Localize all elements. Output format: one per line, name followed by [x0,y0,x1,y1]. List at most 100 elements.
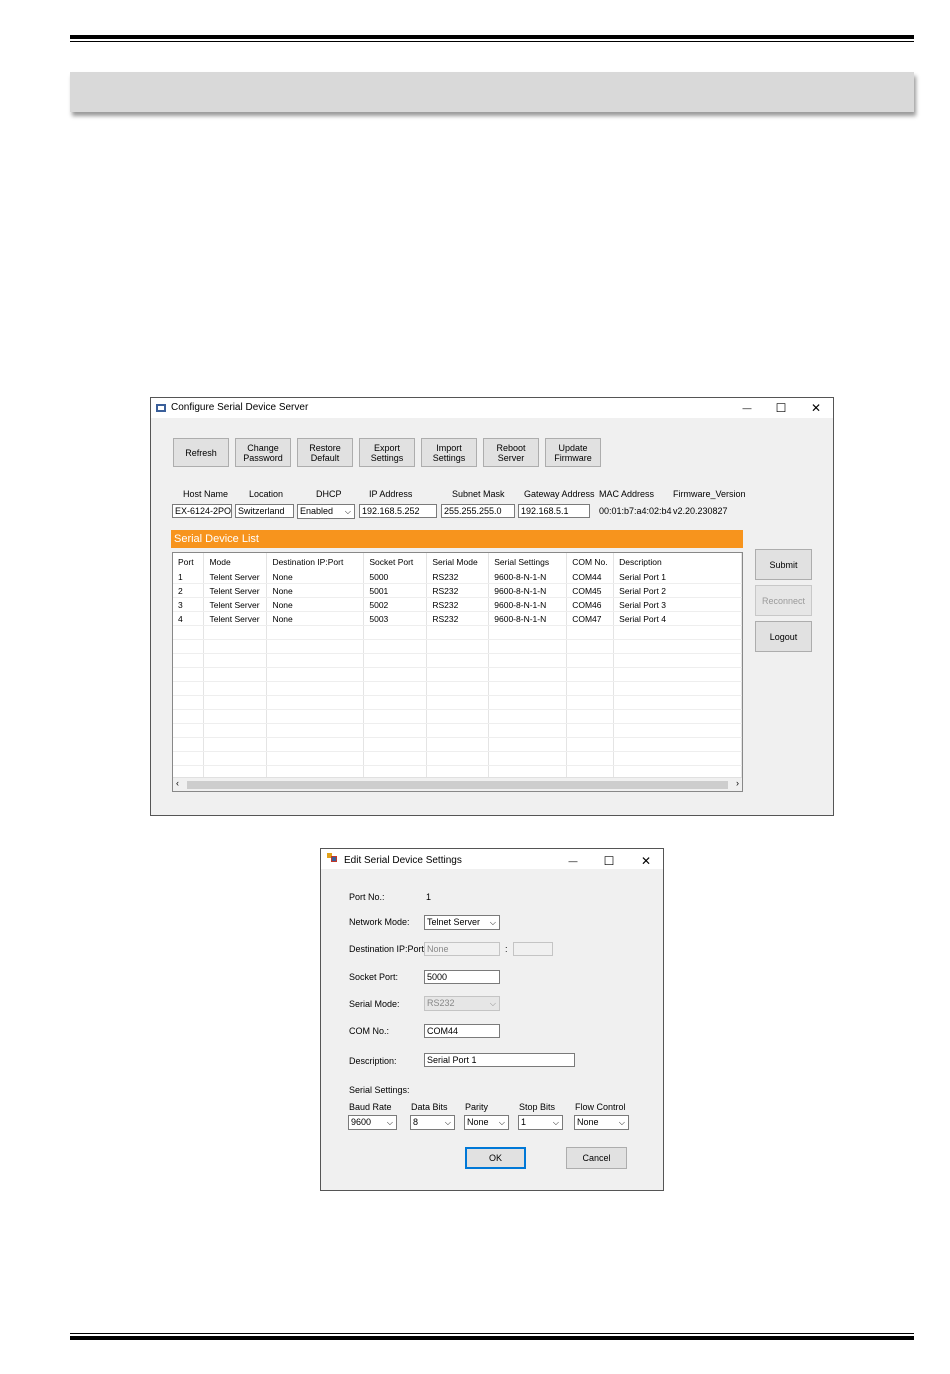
logout-button[interactable]: Logout [755,621,812,652]
maximize-icon[interactable]: ☐ [771,400,791,416]
dhcp-select[interactable]: Enabled ⌵ [297,504,355,519]
chevron-down-icon: ⌵ [489,999,496,1008]
section-banner [70,72,914,112]
table-cell: COM45 [566,583,615,598]
flow-control-label: Flow Control [575,1102,626,1112]
column-header[interactable]: Description [613,553,742,570]
serial-mode-select[interactable]: RS232 ⌵ [424,996,500,1011]
table-cell: RS232 [426,570,490,584]
empty-row [173,751,742,766]
ok-button[interactable]: OK [465,1147,526,1169]
change-password-button[interactable]: Change Password [235,438,291,467]
gateway-label: Gateway Address [524,489,595,499]
port-no-label: Port No.: [349,892,385,902]
table-cell: Serial Port 1 [613,570,742,584]
stop-bits-select[interactable]: 1 ⌵ [518,1115,563,1130]
submit-button[interactable]: Submit [755,549,812,580]
network-mode-select[interactable]: Telnet Server ⌵ [424,915,500,930]
subnet-mask-label: Subnet Mask [452,489,505,499]
host-name-label: Host Name [183,489,229,499]
import-settings-button[interactable]: Import Settings [421,438,477,467]
column-header[interactable]: COM No. [566,553,615,570]
table-row[interactable]: 2 Telent Server None 5001 RS232 9600-8-N… [173,583,742,598]
flow-control-select[interactable]: None ⌵ [574,1115,629,1130]
reconnect-button[interactable]: Reconnect [755,585,812,616]
table-cell: 9600-8-N-1-N [488,611,568,626]
chevron-down-icon: ⌵ [489,918,496,927]
host-name-field[interactable]: EX-6124-2POE [172,504,232,518]
destination-label: Destination IP:Port: [349,944,427,954]
horizontal-scrollbar[interactable]: ‹ › [173,777,742,791]
serial-device-table: Port Mode Destination IP:Port Socket Por… [173,553,742,791]
empty-row [173,653,742,668]
maximize-icon[interactable]: ☐ [599,853,619,869]
configure-window: Configure Serial Device Server — ☐ ✕ Ref… [150,397,834,816]
configure-titlebar: Configure Serial Device Server — ☐ ✕ [151,398,833,418]
reboot-server-button[interactable]: Reboot Server [483,438,539,467]
minimize-icon[interactable]: — [563,853,583,869]
firmware-value: v2.20.230827 [673,506,728,516]
scroll-left-icon[interactable]: ‹ [176,778,179,788]
close-icon[interactable]: ✕ [806,400,826,416]
destination-ip-field[interactable]: None [424,942,500,956]
scroll-right-icon[interactable]: › [736,778,739,788]
close-icon[interactable]: ✕ [636,853,656,869]
data-bits-select[interactable]: 8 ⌵ [410,1115,455,1130]
table-row[interactable]: 3 Telent Server None 5002 RS232 9600-8-N… [173,597,742,612]
table-cell: Telent Server [203,611,268,626]
table-row[interactable]: 1 Telent Server None 5000 RS232 9600-8-N… [173,570,742,584]
empty-row [173,723,742,738]
minimize-icon[interactable]: — [737,400,757,416]
data-bits-value: 8 [413,1117,419,1127]
table-cell: RS232 [426,583,490,598]
column-header[interactable]: Mode [203,553,268,570]
window-title: Configure Serial Device Server [171,402,309,413]
restore-default-button[interactable]: Restore Default [297,438,353,467]
column-header[interactable]: Socket Port [363,553,428,570]
chevron-down-icon: ⌵ [618,1118,625,1127]
network-mode-value: Telnet Server [427,917,481,927]
refresh-button[interactable]: Refresh [173,438,229,467]
table-cell: COM46 [566,597,615,612]
empty-row [173,639,742,654]
gateway-field[interactable]: 192.168.5.1 [518,504,590,518]
empty-row [173,625,742,640]
empty-row [173,737,742,752]
location-field[interactable]: Switzerland [235,504,294,518]
edit-settings-window: Edit Serial Device Settings — ☐ ✕ Port N… [320,848,664,1191]
baud-rate-select[interactable]: 9600 ⌵ [348,1115,397,1130]
cancel-button[interactable]: Cancel [566,1147,627,1169]
table-row[interactable]: 4 Telent Server None 5003 RS232 9600-8-N… [173,611,742,626]
table-cell: Serial Port 3 [613,597,742,612]
table-cell: 2 [173,583,205,598]
socket-port-field[interactable]: 5000 [424,970,500,984]
export-settings-button[interactable]: Export Settings [359,438,415,467]
table-cell: None [266,570,365,584]
table-cell: Serial Port 4 [613,611,742,626]
destination-colon: : [505,944,508,954]
table-cell: Serial Port 2 [613,583,742,598]
update-firmware-button[interactable]: Update Firmware [545,438,601,467]
com-no-field[interactable]: COM44 [424,1024,500,1038]
column-header[interactable]: Serial Settings [488,553,568,570]
scrollbar-thumb[interactable] [187,781,728,789]
location-label: Location [249,489,284,499]
table-cell: 4 [173,611,205,626]
subnet-mask-field[interactable]: 255.255.255.0 [441,504,515,518]
destination-port-field[interactable] [513,942,553,956]
table-cell: COM47 [566,611,615,626]
chevron-down-icon: ⌵ [386,1118,393,1127]
description-label: Description: [349,1056,397,1066]
column-header[interactable]: Destination IP:Port [266,553,365,570]
edit-titlebar: Edit Serial Device Settings — ☐ ✕ [321,849,663,869]
parity-select[interactable]: None ⌵ [464,1115,509,1130]
table-cell: 3 [173,597,205,612]
empty-row [173,681,742,696]
ip-address-field[interactable]: 192.168.5.252 [359,504,437,518]
column-header[interactable]: Serial Mode [426,553,490,570]
column-header[interactable]: Port [173,553,205,570]
description-field[interactable]: Serial Port 1 [424,1053,575,1067]
table-cell: 9600-8-N-1-N [488,597,568,612]
stop-bits-value: 1 [521,1117,527,1127]
serial-device-grid[interactable]: Port Mode Destination IP:Port Socket Por… [172,552,743,792]
